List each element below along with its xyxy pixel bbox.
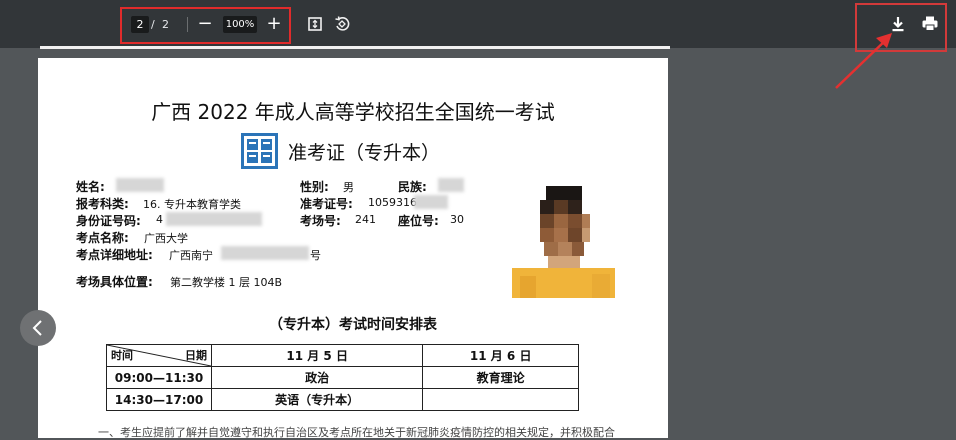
ethnicity-redacted <box>438 178 464 192</box>
document-title: 广西 2022 年成人高等学校招生全国统一考试 <box>151 100 555 124</box>
id-label: 身份证号码: <box>76 214 141 228</box>
location-value: 第二教学楼 1 层 104B <box>170 276 283 289</box>
previous-button[interactable] <box>20 310 56 346</box>
room-label: 考场号: <box>300 214 341 228</box>
ticket-redacted <box>414 195 448 209</box>
page-number-input[interactable]: 2 <box>131 16 149 33</box>
subject-cell: 教育理论 <box>422 366 579 389</box>
schedule-title: （专升本）考试时间安排表 <box>269 317 437 333</box>
ticket-label: 准考证号: <box>300 197 353 211</box>
pdf-toolbar: 2 / 2 − 100% + <box>0 0 956 52</box>
address-label: 考点详细地址: <box>76 248 153 262</box>
subject-cell: 英语（专升本） <box>210 388 424 411</box>
table-row: 09:00—11:30 政治 教育理论 <box>106 366 579 389</box>
id-value: 4 <box>156 213 163 226</box>
schedule-table: 时间 日期 11 月 5 日 11 月 6 日 09:00—11:30 政治 教… <box>106 344 579 411</box>
name-label: 姓名: <box>76 180 105 194</box>
center-value: 广西大学 <box>144 232 188 245</box>
gender-label: 性别: <box>300 180 329 194</box>
room-value: 241 <box>355 213 376 226</box>
zoom-in-button[interactable]: + <box>266 12 282 36</box>
table-corner-cell: 时间 日期 <box>106 344 212 367</box>
fit-page-icon[interactable] <box>308 17 322 31</box>
notes-text: 一、考生应提前了解并自觉遵守和执行自治区及考点所在地关于新冠肺炎疫情防控的相关规… <box>98 426 615 439</box>
page-total: 2 <box>162 18 169 31</box>
date-header-2: 11 月 6 日 <box>422 344 579 367</box>
print-icon[interactable] <box>922 16 938 31</box>
id-redacted <box>166 212 262 226</box>
address-value-start: 广西南宁 <box>169 249 213 262</box>
page-separator: / <box>151 18 155 31</box>
time-cell: 09:00—11:30 <box>106 366 212 389</box>
subject-cell <box>422 388 579 411</box>
candidate-photo <box>512 186 615 298</box>
subject-label: 报考科类: <box>76 197 129 211</box>
zoom-level-input[interactable]: 100% <box>223 16 257 33</box>
zoom-out-button[interactable]: − <box>197 12 213 36</box>
subject-value: 16. 专升本教育学类 <box>143 198 241 211</box>
rotate-icon[interactable] <box>334 16 350 32</box>
seat-label: 座位号: <box>398 214 439 228</box>
name-redacted <box>116 178 164 192</box>
page-top-edge <box>40 46 670 49</box>
table-row: 14:30—17:00 英语（专升本） <box>106 388 579 411</box>
time-cell: 14:30—17:00 <box>106 388 212 411</box>
ticket-value: 1059316 <box>368 196 417 209</box>
corner-date-label: 日期 <box>185 349 207 362</box>
ethnicity-label: 民族: <box>398 180 427 194</box>
corner-time-label: 时间 <box>111 349 133 362</box>
center-label: 考点名称: <box>76 231 129 245</box>
document-subtitle: 准考证（专升本） <box>288 142 441 164</box>
date-header-1: 11 月 5 日 <box>210 344 424 367</box>
toolbar-divider <box>187 17 188 32</box>
exam-logo-icon <box>241 133 278 169</box>
subject-cell: 政治 <box>210 366 424 389</box>
seat-value: 30 <box>450 213 464 226</box>
chevron-left-icon <box>32 320 42 336</box>
pdf-page: 广西 2022 年成人高等学校招生全国统一考试 准考证（专升本） 姓名: 性别:… <box>38 58 668 439</box>
gender-value: 男 <box>343 181 354 194</box>
address-value-end: 号 <box>310 249 321 262</box>
table-header-row: 时间 日期 11 月 5 日 11 月 6 日 <box>106 344 579 367</box>
address-redacted <box>221 246 309 260</box>
location-label: 考场具体位置: <box>76 275 153 289</box>
annotation-arrow-icon <box>835 33 892 89</box>
